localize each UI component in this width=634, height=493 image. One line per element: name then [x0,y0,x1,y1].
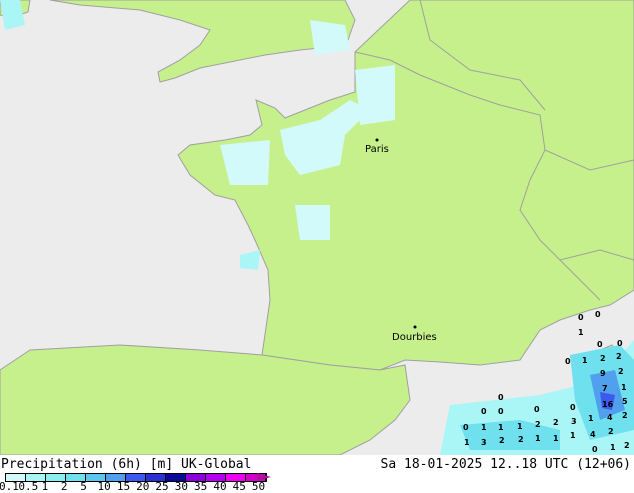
value-label: 1 [570,431,576,440]
value-label: 4 [590,430,596,439]
legend-tick-label: 5 [80,480,87,493]
map-title: Precipitation (6h) [m] UK-Global [1,457,252,472]
value-label: 9 [600,369,606,378]
value-label: 2 [535,420,541,429]
value-label: 2 [622,411,628,420]
map-datetime: Sa 18-01-2025 12..18 UTC (12+06) [380,457,631,472]
value-label: 1 [578,328,584,337]
value-label: 2 [616,352,622,361]
legend-tick-label: 0.1 [0,480,19,493]
legend-tick-label: 1 [41,480,49,493]
legend-tick-label: 25 [155,480,169,493]
value-label: 0 [498,407,504,416]
value-label: 2 [618,367,624,376]
legend-tick-label: 30 [174,480,188,493]
value-label: 0 [565,357,571,366]
value-label: 0 [534,405,540,414]
value-label: 3 [481,438,487,447]
value-label: 1 [498,423,504,432]
value-label: 0 [498,393,504,402]
value-label: 2 [518,435,524,444]
legend-tick-label: 10 [97,480,111,493]
legend-tick-label: 35 [194,480,208,493]
value-label: 0 [617,339,623,348]
value-label: 1 [582,356,588,365]
value-label: 1 [610,443,616,452]
value-label: 0 [597,340,603,349]
value-label: 0 [463,423,469,432]
legend-tick-label: 0.5 [18,480,39,493]
value-label: 2 [600,354,606,363]
value-label: 1 [535,434,541,443]
legend-tick-label: 15 [116,480,131,493]
value-label: 1 [553,434,559,443]
value-label: 0 [578,313,584,322]
value-label: 1 [464,438,470,447]
value-label: 0 [595,310,601,319]
city-marker [413,325,417,329]
value-label: 5 [622,397,628,406]
legend-tick-label: 40 [213,480,227,493]
value-label: 2 [608,427,614,436]
value-label: 2 [624,441,630,450]
value-label: 1 [621,383,627,392]
value-label: 1 [588,414,594,423]
value-label: 7 [602,384,608,393]
city-label: Paris [365,144,389,155]
value-label: 2 [499,436,505,445]
value-label: 2 [553,418,559,427]
city-label: Dourbies [392,332,437,343]
value-label: 4 [607,413,613,422]
value-label: 16 [602,400,614,409]
value-label: 1 [481,423,487,432]
footer: Precipitation (6h) [m] UK-Global Sa 18-0… [0,455,634,493]
legend-tick-label: 50 [251,480,266,493]
city-marker [375,138,379,142]
legend-tick-label: 2 [60,480,68,493]
legend-tick-label: 20 [136,480,150,493]
value-label: 1 [517,422,523,431]
value-label: 3 [571,417,577,426]
value-label: 0 [481,407,487,416]
precipitation-map: Paris Dourbies 0 0 1 0 0 0 1 2 2 9 2 7 1… [0,0,634,455]
value-label: 0 [570,403,576,412]
value-label: 0 [592,445,598,454]
legend-tick-label: 45 [232,480,246,493]
